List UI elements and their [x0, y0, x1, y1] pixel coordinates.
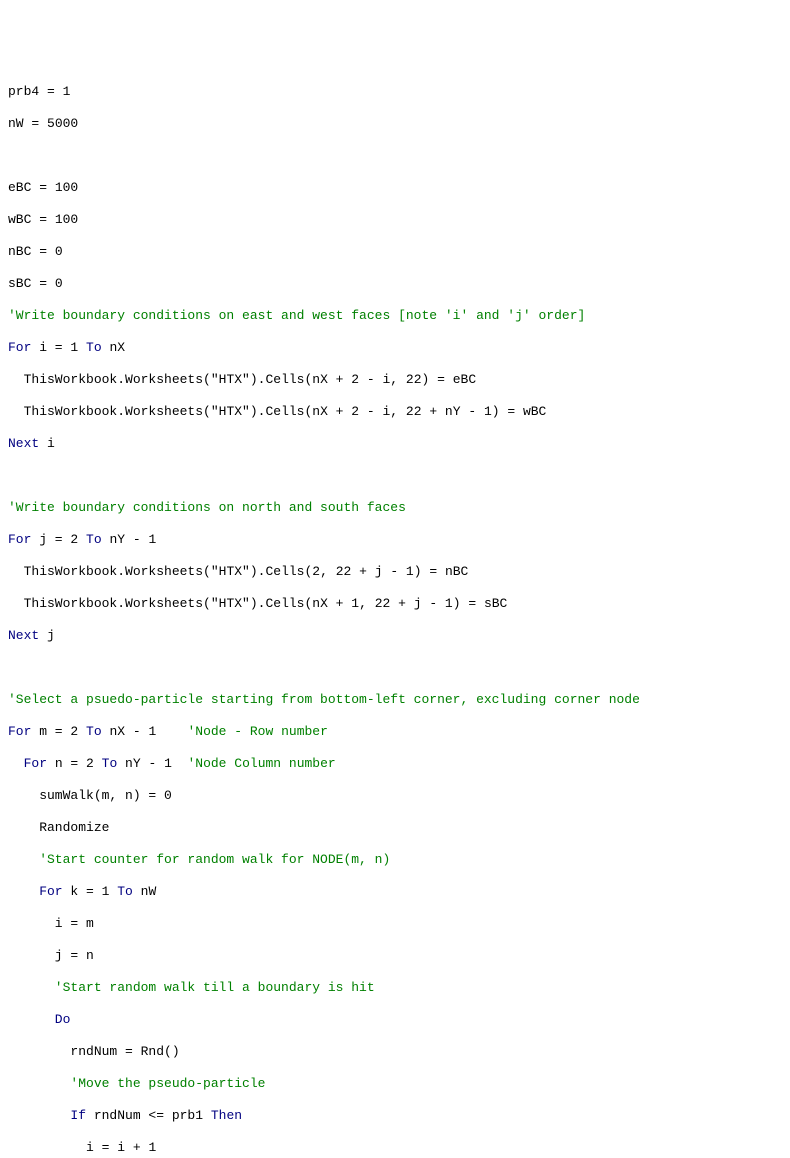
- code-line: i = m: [8, 916, 782, 932]
- code-line: 'Start random walk till a boundary is hi…: [8, 980, 782, 996]
- comment: 'Start random walk till a boundary is hi…: [8, 980, 375, 995]
- code-line: prb4 = 1: [8, 84, 782, 100]
- comment: 'Move the pseudo-particle: [8, 1076, 265, 1091]
- keyword: Then: [211, 1108, 242, 1123]
- comment: 'Write boundary conditions on north and …: [8, 500, 406, 515]
- code-line: 'Start counter for random walk for NODE(…: [8, 852, 782, 868]
- keyword: To: [94, 756, 117, 771]
- comment: 'Start counter for random walk for NODE(…: [8, 852, 390, 867]
- keyword: For: [8, 532, 31, 547]
- code-line: ThisWorkbook.Worksheets("HTX").Cells(nX …: [8, 404, 782, 420]
- code-line: nW = 5000: [8, 116, 782, 132]
- code-line: For n = 2 To nY - 1 'Node Column number: [8, 756, 782, 772]
- keyword: For: [8, 340, 31, 355]
- keyword: To: [109, 884, 132, 899]
- code-line: [8, 148, 782, 164]
- code-line: Do: [8, 1012, 782, 1028]
- code-line: [8, 468, 782, 484]
- code-line: eBC = 100: [8, 180, 782, 196]
- keyword: Next: [8, 628, 39, 643]
- code-line: sBC = 0: [8, 276, 782, 292]
- code-line: rndNum = Rnd(): [8, 1044, 782, 1060]
- code-line: ThisWorkbook.Worksheets("HTX").Cells(2, …: [8, 564, 782, 580]
- code-line: [8, 660, 782, 676]
- code-line: sumWalk(m, n) = 0: [8, 788, 782, 804]
- code-line: wBC = 100: [8, 212, 782, 228]
- code-line: For k = 1 To nW: [8, 884, 782, 900]
- code-line: 'Write boundary conditions on north and …: [8, 500, 782, 516]
- code-line: 'Select a psuedo-particle starting from …: [8, 692, 782, 708]
- code-line: j = n: [8, 948, 782, 964]
- comment: 'Node - Row number: [156, 724, 328, 739]
- keyword: If: [8, 1108, 86, 1123]
- comment: 'Select a psuedo-particle starting from …: [8, 692, 640, 707]
- keyword: To: [78, 340, 101, 355]
- keyword: To: [78, 532, 101, 547]
- keyword: Next: [8, 436, 39, 451]
- code-line: 'Move the pseudo-particle: [8, 1076, 782, 1092]
- code-line: nBC = 0: [8, 244, 782, 260]
- code-line: ThisWorkbook.Worksheets("HTX").Cells(nX …: [8, 372, 782, 388]
- keyword: For: [8, 884, 63, 899]
- code-line: Randomize: [8, 820, 782, 836]
- keyword: Do: [8, 1012, 70, 1027]
- keyword: For: [8, 724, 31, 739]
- code-line: If rndNum <= prb1 Then: [8, 1108, 782, 1124]
- comment: 'Node Column number: [172, 756, 336, 771]
- code-line: 'Write boundary conditions on east and w…: [8, 308, 782, 324]
- keyword: To: [78, 724, 101, 739]
- code-line: For m = 2 To nX - 1 'Node - Row number: [8, 724, 782, 740]
- keyword: For: [8, 756, 47, 771]
- code-line: Next i: [8, 436, 782, 452]
- code-line: Next j: [8, 628, 782, 644]
- code-line: For j = 2 To nY - 1: [8, 532, 782, 548]
- code-line: ThisWorkbook.Worksheets("HTX").Cells(nX …: [8, 596, 782, 612]
- code-block: prb4 = 1 nW = 5000 eBC = 100 wBC = 100 n…: [8, 68, 782, 1158]
- comment: 'Write boundary conditions on east and w…: [8, 308, 585, 323]
- code-line: For i = 1 To nX: [8, 340, 782, 356]
- code-line: i = i + 1: [8, 1140, 782, 1156]
